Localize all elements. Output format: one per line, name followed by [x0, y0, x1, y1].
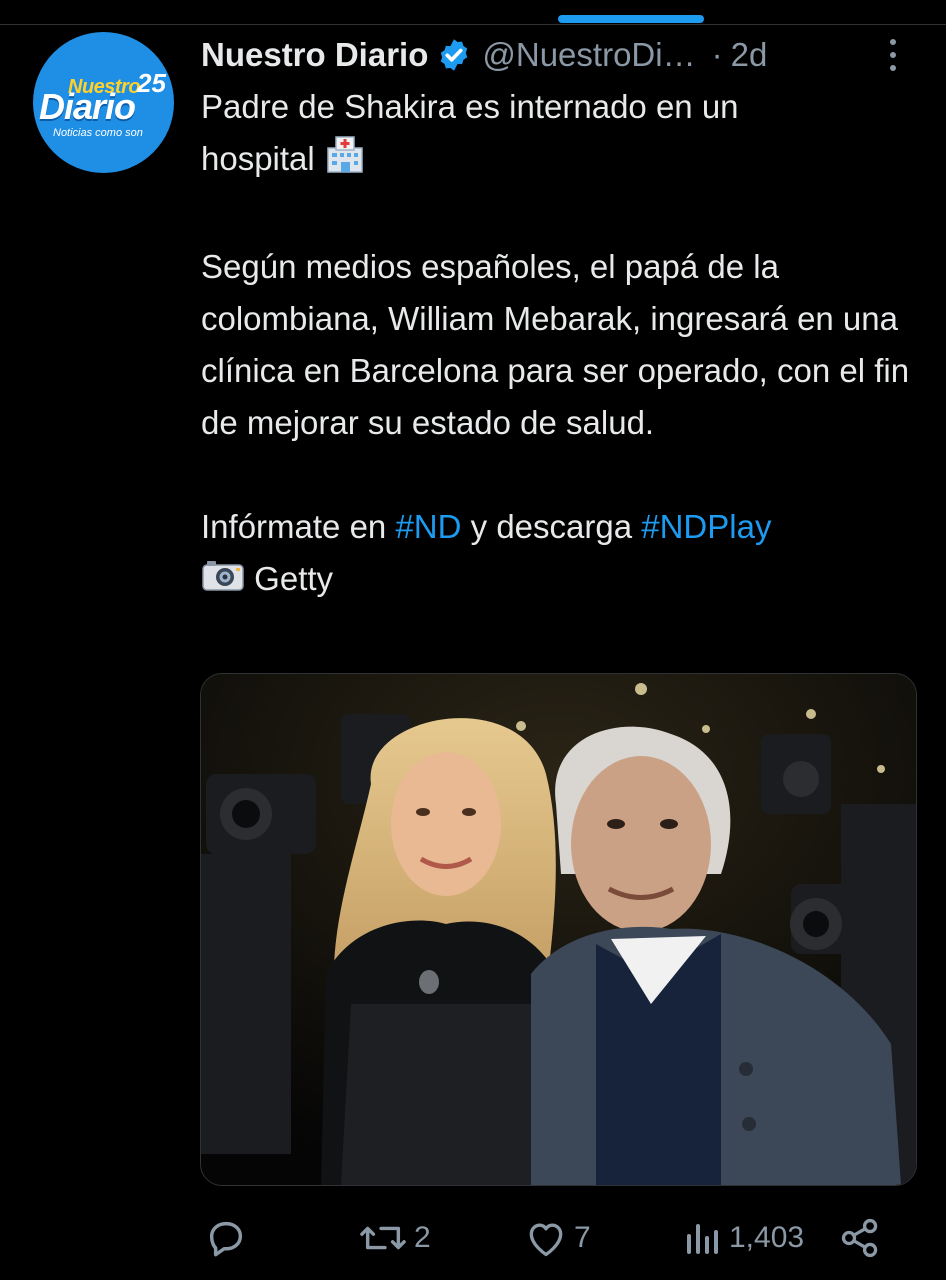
- reply-button[interactable]: [203, 1212, 255, 1264]
- retweet-icon: [360, 1226, 406, 1250]
- top-divider: [0, 24, 946, 25]
- cta-text-pre: Infórmate en: [201, 507, 396, 545]
- photo-credit-line: Getty: [201, 553, 921, 607]
- hashtag-nd[interactable]: #ND: [395, 508, 461, 545]
- reply-icon: [209, 1221, 243, 1257]
- tweet-photo[interactable]: [200, 673, 917, 1186]
- tweet-text: Padre de Shakira es internado en un hosp…: [201, 81, 921, 607]
- tweet-line-1: Padre de Shakira es internado en un: [201, 88, 739, 125]
- hospital-emoji-icon: [324, 134, 366, 189]
- tweet-line-2: hospital: [201, 133, 921, 189]
- avatar[interactable]: Nuestro 25 Diario Noticias como son: [33, 32, 174, 173]
- separator-dot: ·: [711, 36, 723, 73]
- like-button[interactable]: 7: [524, 1212, 591, 1264]
- avatar-logo-main: Diario: [39, 86, 136, 127]
- timestamp[interactable]: 2d: [731, 36, 768, 74]
- views-chart-icon: [687, 1224, 718, 1254]
- heart-icon: [529, 1223, 563, 1257]
- avatar-logo-tagline: Noticias como son: [53, 127, 143, 139]
- tweet-actions: 2 7 1,403: [0, 1212, 946, 1264]
- share-icon: [841, 1218, 878, 1258]
- tweet-cta-line: Infórmate en #ND y descarga #NDPlay: [201, 501, 921, 553]
- views-button[interactable]: 1,403: [683, 1212, 804, 1264]
- user-handle[interactable]: @NuestroDi…: [482, 36, 695, 74]
- photo-credit: Getty: [254, 559, 334, 597]
- tweet-line-2-text: hospital: [201, 140, 315, 177]
- like-count: 7: [574, 1221, 591, 1254]
- share-button[interactable]: [838, 1212, 882, 1264]
- display-name[interactable]: Nuestro Diario: [201, 36, 428, 74]
- retweet-count: 2: [414, 1221, 431, 1254]
- camera-emoji-icon: [201, 555, 245, 607]
- hashtag-ndplay[interactable]: #NDPlay: [641, 508, 771, 545]
- cta-text-mid: y descarga: [461, 507, 642, 545]
- tweet-paragraph-2: Según medios españoles, el papá de la co…: [201, 247, 910, 441]
- verified-badge-icon: [436, 37, 472, 73]
- retweet-button[interactable]: 2: [358, 1212, 431, 1264]
- tweet-header: Nuestro Diario @NuestroDi… · 2d: [201, 33, 767, 77]
- avatar-logo-25: 25: [137, 68, 166, 98]
- views-count: 1,403: [729, 1221, 805, 1254]
- drag-handle[interactable]: [558, 15, 704, 23]
- tweet-photo-image: [201, 674, 916, 1185]
- more-options-icon[interactable]: [882, 36, 904, 72]
